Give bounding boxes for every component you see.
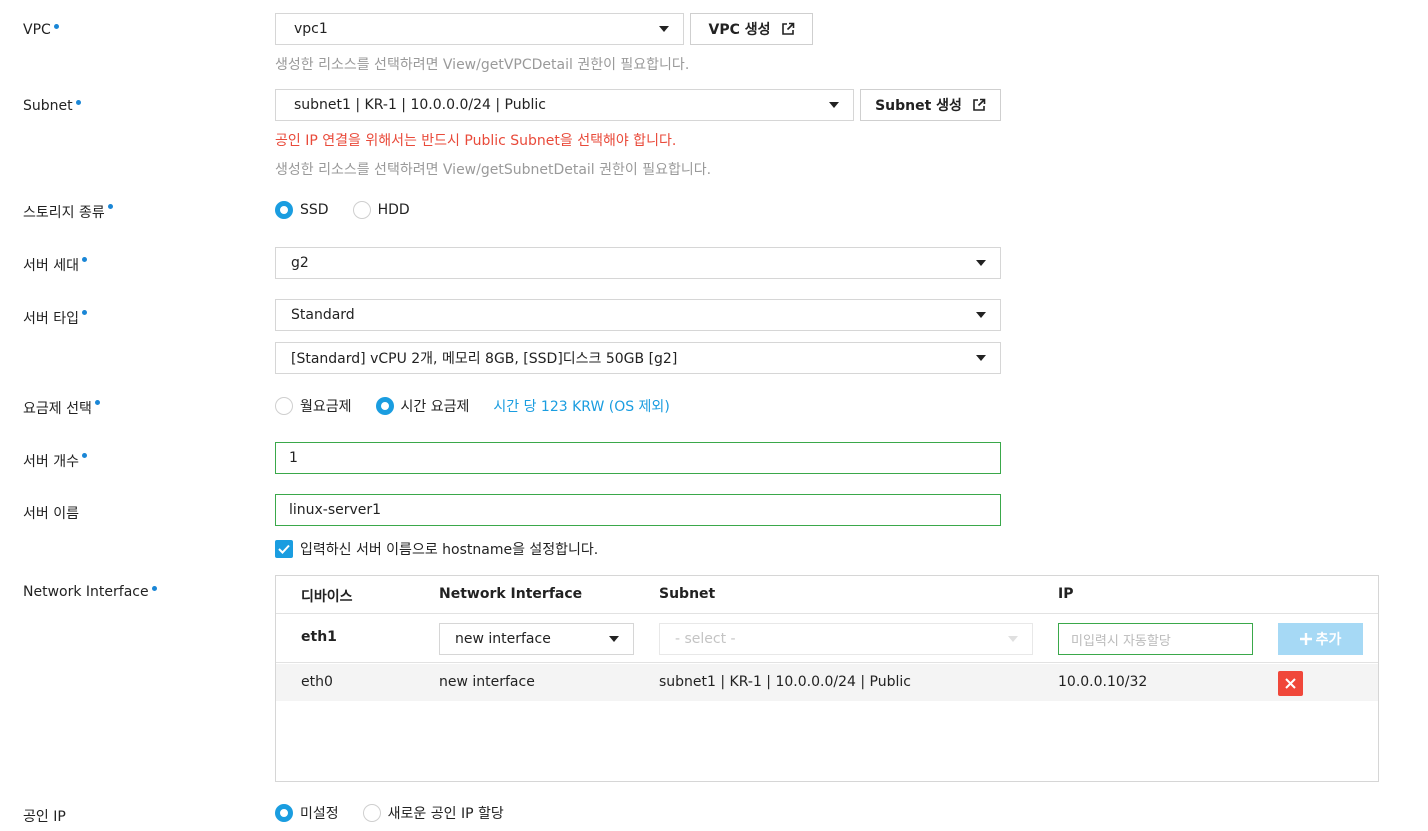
column-header-subnet: Subnet: [659, 586, 716, 602]
radio-unchecked-icon: [362, 804, 381, 822]
create-vpc-button-label: VPC 생성: [708, 22, 771, 38]
caret-down-icon: [976, 355, 986, 361]
storage-radio-hdd[interactable]: HDD: [352, 201, 410, 219]
subnet-select[interactable]: subnet1 | KR-1 | 10.0.0.0/24 | Public: [275, 89, 854, 121]
required-dot: [81, 257, 87, 262]
hostname-checkbox-row: 입력하신 서버 이름으로 hostname을 설정합니다.: [275, 539, 598, 559]
external-link-icon: [973, 98, 986, 111]
pricing-radio-group: 월요금제 시간 요금제 시간 당 123 KRW (OS 제외): [275, 396, 670, 416]
delete-interface-button[interactable]: [1278, 671, 1303, 696]
price-text: 시간 당 123 KRW (OS 제외): [493, 399, 670, 415]
generation-select-value: g2: [291, 255, 309, 271]
public-ip-radio-new[interactable]: 새로운 공인 IP 할당: [362, 803, 504, 823]
server-type-label: 서버 타입: [23, 308, 87, 328]
caret-down-icon: [829, 102, 839, 108]
server-create-form: VPC vpc1 VPC 생성 생성한 리소스를 선택하려면 View/getV…: [0, 0, 1428, 831]
server-count-label: 서버 개수: [23, 451, 87, 471]
server-count-value: 1: [289, 450, 298, 466]
network-interface-label: Network Interface: [23, 584, 157, 600]
caret-down-icon: [609, 636, 619, 642]
column-header-device: 디바이스: [301, 589, 353, 605]
public-ip-option-label: 새로운 공인 IP 할당: [387, 806, 504, 822]
caret-down-icon: [976, 260, 986, 266]
plus-icon: [1299, 633, 1312, 645]
radio-checked-icon: [275, 201, 293, 219]
public-ip-option-label: 미설정: [300, 806, 339, 822]
server-name-value: linux-server1: [289, 502, 382, 518]
row-subnet: subnet1 | KR-1 | 10.0.0.0/24 | Public: [659, 674, 911, 690]
public-ip-radio-none[interactable]: 미설정: [275, 803, 339, 823]
edit-row-device: eth1: [301, 629, 337, 645]
generation-select[interactable]: g2: [275, 247, 1001, 279]
table-edit-row: eth1 new interface - select - 미입력시 자동할당 …: [276, 614, 1378, 663]
table-row: eth0 new interface subnet1 | KR-1 | 10.0…: [276, 664, 1378, 701]
pricing-option-label: 시간 요금제: [400, 399, 470, 415]
required-dot: [151, 586, 157, 591]
subnet-label: Subnet: [23, 98, 81, 114]
column-header-interface: Network Interface: [439, 586, 583, 602]
server-type-select-value: Standard: [291, 307, 355, 323]
add-interface-button[interactable]: 추가: [1278, 623, 1363, 655]
required-dot: [81, 453, 87, 458]
ni-subnet-select[interactable]: - select -: [659, 623, 1033, 655]
create-subnet-button-label: Subnet 생성: [875, 98, 962, 114]
radio-checked-icon: [275, 804, 293, 822]
storage-label: 스토리지 종류: [23, 202, 113, 222]
column-header-ip: IP: [1058, 586, 1074, 602]
hostname-checkbox[interactable]: [275, 540, 293, 558]
create-subnet-button[interactable]: Subnet 생성: [860, 89, 1001, 121]
vpc-label: VPC: [23, 22, 59, 38]
public-ip-radio-group: 미설정 새로운 공인 IP 할당: [275, 803, 528, 823]
external-link-icon: [781, 22, 794, 35]
network-interface-table: 디바이스 Network Interface Subnet IP eth1 ne…: [275, 575, 1379, 782]
required-dot: [107, 204, 113, 209]
caret-down-icon: [1008, 636, 1018, 642]
pricing-radio-hourly[interactable]: 시간 요금제: [375, 396, 470, 416]
required-dot: [75, 100, 81, 105]
caret-down-icon: [659, 26, 669, 32]
radio-unchecked-icon: [275, 397, 293, 415]
row-interface: new interface: [439, 674, 535, 690]
server-spec-select-value: [Standard] vCPU 2개, 메모리 8GB, [SSD]디스크 50…: [291, 351, 678, 367]
vpc-select[interactable]: vpc1: [275, 13, 684, 45]
required-dot: [81, 310, 87, 315]
storage-option-label: SSD: [300, 202, 329, 218]
close-icon: [1285, 678, 1296, 689]
generation-label: 서버 세대: [23, 255, 87, 275]
storage-radio-ssd[interactable]: SSD: [275, 201, 329, 219]
ip-input[interactable]: 미입력시 자동할당: [1058, 623, 1253, 655]
subnet-permission-hint: 생성한 리소스를 선택하려면 View/getSubnetDetail 권한이 …: [275, 162, 712, 178]
table-header: 디바이스 Network Interface Subnet IP: [276, 576, 1378, 614]
vpc-select-value: vpc1: [294, 21, 328, 37]
server-type-select[interactable]: Standard: [275, 299, 1001, 331]
storage-option-label: HDD: [377, 202, 410, 218]
server-name-input[interactable]: linux-server1: [275, 494, 1001, 526]
interface-select[interactable]: new interface: [439, 623, 634, 655]
radio-unchecked-icon: [352, 201, 371, 219]
server-count-input[interactable]: 1: [275, 442, 1001, 474]
public-ip-label: 공인 IP: [23, 809, 66, 825]
subnet-public-warning: 공인 IP 연결을 위해서는 반드시 Public Subnet을 선택해야 합…: [275, 133, 677, 149]
row-device: eth0: [301, 674, 333, 690]
pricing-option-label: 월요금제: [300, 399, 352, 415]
vpc-permission-hint: 생성한 리소스를 선택하려면 View/getVPCDetail 권한이 필요합…: [275, 57, 690, 73]
ip-input-placeholder: 미입력시 자동할당: [1071, 633, 1171, 649]
storage-radio-group: SSD HDD: [275, 201, 434, 219]
pricing-radio-monthly[interactable]: 월요금제: [275, 396, 352, 416]
interface-select-value: new interface: [455, 631, 551, 647]
row-ip: 10.0.0.10/32: [1058, 674, 1148, 690]
pricing-label: 요금제 선택: [23, 398, 100, 418]
hostname-checkbox-label: 입력하신 서버 이름으로 hostname을 설정합니다.: [300, 542, 599, 558]
create-vpc-button[interactable]: VPC 생성: [690, 13, 813, 45]
checkmark-icon: [278, 544, 290, 554]
required-dot: [53, 24, 59, 29]
radio-checked-icon: [375, 397, 394, 415]
add-interface-button-label: 추가: [1315, 632, 1342, 648]
caret-down-icon: [976, 312, 986, 318]
required-dot: [94, 400, 100, 405]
server-name-label: 서버 이름: [23, 506, 79, 522]
ni-subnet-placeholder: - select -: [675, 631, 736, 647]
server-spec-select[interactable]: [Standard] vCPU 2개, 메모리 8GB, [SSD]디스크 50…: [275, 342, 1001, 374]
subnet-select-value: subnet1 | KR-1 | 10.0.0.0/24 | Public: [294, 97, 546, 113]
